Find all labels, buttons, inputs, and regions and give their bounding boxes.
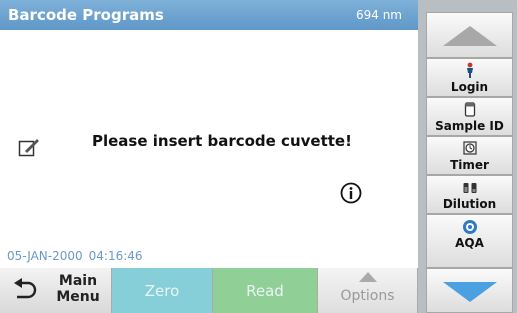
sample-id-label: Sample ID [435, 119, 504, 133]
login-label: Login [450, 80, 489, 94]
page-title: Barcode Programs [8, 6, 164, 24]
main-panel: Please insert barcode cuvette! 05-JAN-20… [0, 30, 418, 268]
aqa-button[interactable]: AQA [426, 214, 513, 268]
read-label: Read [246, 282, 284, 300]
edit-icon[interactable] [18, 136, 40, 158]
sample-id-icon [464, 102, 476, 117]
main-menu-label: Main Menu [56, 273, 100, 305]
dilution-button[interactable]: Dilution [426, 175, 513, 214]
timer-button[interactable]: Timer [426, 136, 513, 175]
date-label: 05-JAN-2000 [7, 249, 83, 263]
expand-up-icon [359, 272, 377, 282]
options-button[interactable]: Options [318, 268, 418, 313]
scroll-up-button[interactable] [426, 12, 513, 58]
scroll-up-icon [443, 26, 497, 46]
time-label: 04:16:46 [88, 249, 143, 263]
zero-button[interactable]: Zero [112, 268, 213, 313]
timer-icon [463, 141, 477, 155]
tools-sidebar: Login Sample ID Timer Dilution AQA [418, 0, 517, 313]
aqa-icon [463, 220, 477, 234]
scroll-down-icon [443, 282, 497, 302]
instrument-screen: Barcode Programs 694 nm Please insert ba… [0, 0, 517, 313]
status-message: Please insert barcode cuvette! [92, 132, 352, 150]
zero-label: Zero [144, 282, 180, 300]
date-time: 05-JAN-2000 04:16:46 [7, 249, 149, 263]
bottom-toolbar: Main Menu Zero Read Options [0, 268, 418, 313]
back-arrow-icon [14, 278, 37, 299]
read-button[interactable]: Read [213, 268, 318, 313]
login-person-icon [467, 62, 473, 78]
title-bar: Barcode Programs 694 nm [0, 0, 418, 30]
dilution-label: Dilution [442, 197, 497, 211]
info-icon[interactable] [340, 182, 362, 204]
dilution-icon [463, 183, 477, 193]
scroll-down-button[interactable] [426, 268, 513, 313]
aqa-label: AQA [455, 236, 484, 250]
login-button[interactable]: Login [426, 58, 513, 97]
main-menu-button[interactable]: Main Menu [0, 268, 112, 313]
options-label: Options [340, 288, 395, 304]
timer-label: Timer [450, 158, 489, 172]
wavelength-readout: 694 nm [355, 8, 402, 22]
sample-id-button[interactable]: Sample ID [426, 97, 513, 136]
